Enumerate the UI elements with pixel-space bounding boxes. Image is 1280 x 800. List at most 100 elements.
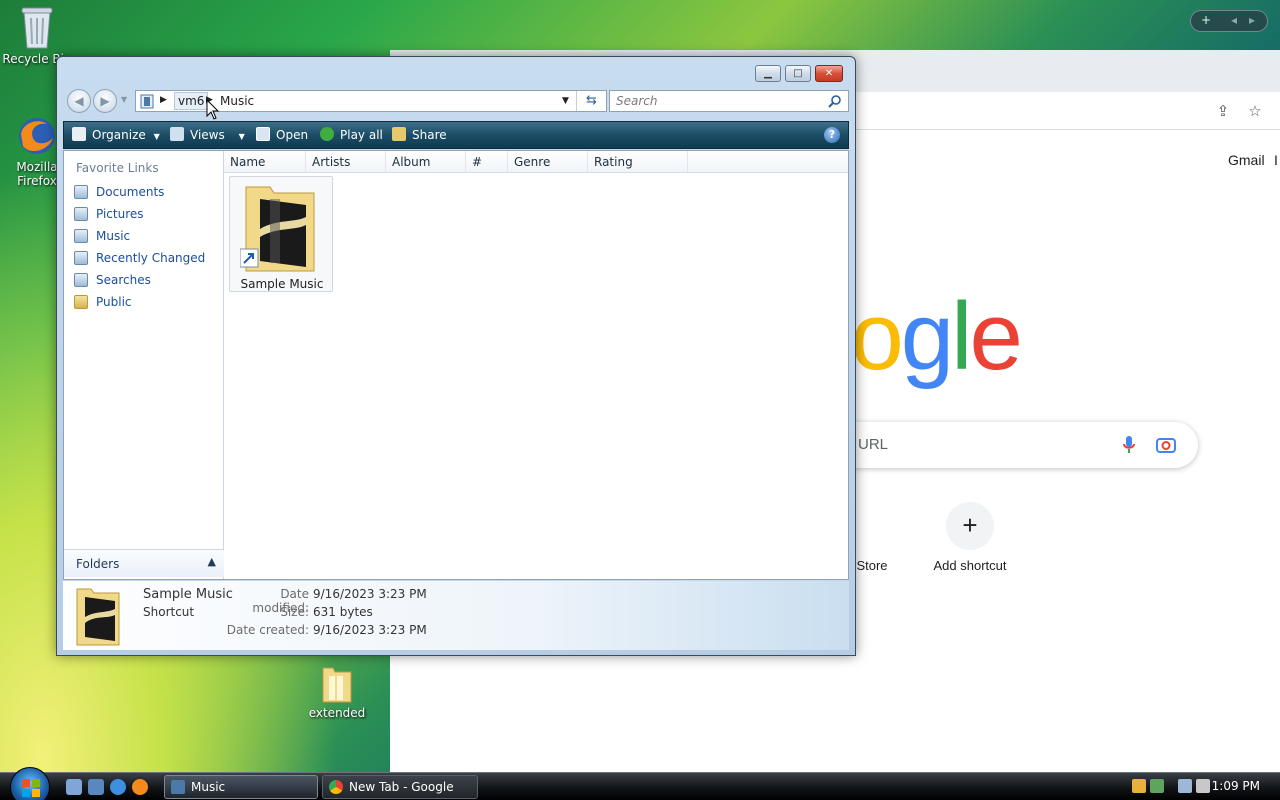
forward-button[interactable]: ▶ — [93, 89, 117, 113]
network-icon[interactable] — [1178, 779, 1192, 793]
show-desktop-icon[interactable] — [66, 779, 82, 795]
fav-recently-changed[interactable]: Recently Changed — [74, 251, 205, 269]
next-icon[interactable]: ▸ — [1249, 13, 1255, 27]
navigation-row: ◀ ▶ ▼ ▶ vm6 ▶ Music ▼ ⇆ Search — [65, 87, 849, 113]
date-created-label: Date created: — [226, 623, 309, 637]
fav-music[interactable]: Music — [74, 229, 130, 247]
images-link[interactable]: I — [1274, 152, 1278, 168]
search-placeholder: URL — [858, 436, 889, 453]
column-number[interactable]: # — [466, 151, 508, 173]
search-icon[interactable] — [828, 94, 842, 108]
column-artists[interactable]: Artists — [306, 151, 386, 173]
column-rating[interactable]: Rating — [588, 151, 688, 173]
search-input[interactable]: Search — [609, 90, 849, 112]
recent-pages-icon[interactable]: ▼ — [121, 95, 127, 104]
fav-label: Music — [96, 229, 131, 243]
music-icon — [74, 229, 88, 243]
column-album[interactable]: Album — [386, 151, 466, 173]
address-dropdown-icon[interactable]: ▼ — [562, 96, 569, 106]
open-icon — [256, 127, 270, 141]
recently-changed-icon — [74, 251, 88, 265]
file-list[interactable]: Name Artists Album # Genre Rating Sample… — [224, 151, 848, 579]
gmail-link[interactable]: Gmail — [1228, 152, 1265, 168]
mouse-pointer-icon — [206, 99, 220, 120]
desktop-icon-label: extended — [308, 706, 366, 720]
column-name[interactable]: Name — [224, 151, 306, 173]
back-button[interactable]: ◀ — [67, 89, 91, 113]
chevron-down-icon: ▼ — [238, 132, 245, 141]
file-item-label: Sample Music — [240, 277, 324, 291]
shortcut-add[interactable]: + Add shortcut — [914, 502, 1026, 573]
column-genre[interactable]: Genre — [508, 151, 588, 173]
security-shield-icon[interactable] — [1132, 779, 1146, 793]
windows-logo-icon — [22, 779, 40, 797]
folders-toggle[interactable]: Folders ▲ — [64, 549, 224, 577]
internet-explorer-icon[interactable] — [110, 779, 126, 795]
share-icon — [392, 127, 406, 141]
breadcrumb-music[interactable]: Music — [220, 94, 254, 108]
volume-muted-icon[interactable] — [1196, 779, 1210, 793]
close-button[interactable]: ✕ — [815, 65, 843, 82]
breadcrumb-vm6[interactable]: vm6 — [174, 92, 209, 110]
play-all-button[interactable]: Play all — [320, 127, 383, 142]
file-item-sample-music[interactable]: Sample Music — [229, 176, 333, 292]
taskbar-clock[interactable]: 1:09 PM — [1212, 779, 1260, 793]
fav-label: Public — [96, 295, 132, 309]
desktop-icon-extended[interactable]: extended — [300, 660, 374, 720]
explorer-body: Favorite Links Documents Pictures Music … — [63, 150, 849, 580]
details-type: Shortcut — [143, 605, 195, 619]
date-modified-value: 9/16/2023 3:23 PM — [313, 587, 427, 601]
explorer-window[interactable]: ▁ □ ✕ ◀ ▶ ▼ ▶ vm6 ▶ Music ▼ ⇆ Search Org… — [56, 56, 856, 656]
breadcrumb-separator-icon[interactable]: ▶ — [160, 95, 167, 105]
size-value: 631 bytes — [313, 605, 373, 619]
maximize-button[interactable]: □ — [785, 65, 811, 82]
size-label: Size: — [280, 605, 309, 619]
microphone-icon[interactable] — [1122, 435, 1136, 455]
play-all-label: Play all — [340, 128, 383, 142]
fav-searches[interactable]: Searches — [74, 273, 151, 291]
add-gadget-icon[interactable]: + — [1201, 13, 1211, 27]
help-icon[interactable]: ? — [824, 127, 840, 143]
taskbar-button-music[interactable]: Music — [164, 775, 318, 799]
switch-windows-icon[interactable] — [88, 779, 104, 795]
fav-public[interactable]: Public — [74, 295, 132, 313]
taskbar-button-chrome[interactable]: New Tab - Google C... — [322, 775, 478, 799]
organize-label: Organize — [92, 128, 146, 142]
fav-documents[interactable]: Documents — [74, 185, 164, 203]
share-icon[interactable]: ⇪ — [1214, 102, 1232, 120]
start-button[interactable] — [10, 767, 50, 800]
details-pane: Sample Music Shortcut Date modified: 9/1… — [63, 580, 849, 650]
firefox-quicklaunch-icon[interactable] — [132, 779, 148, 795]
organize-button[interactable]: Organize ▼ — [72, 127, 160, 142]
bookmark-star-icon[interactable]: ☆ — [1246, 102, 1264, 120]
music-folder-shortcut-icon — [240, 186, 315, 272]
taskbar: Music New Tab - Google C... 1:09 PM — [0, 767, 1280, 800]
chrome-icon — [329, 780, 343, 794]
minimize-button[interactable]: ▁ — [755, 65, 781, 82]
firefox-icon — [19, 118, 55, 154]
organize-icon — [72, 127, 86, 141]
pictures-icon — [74, 207, 88, 221]
command-bar: Organize ▼ Views ▼ Open Play all Share ? — [63, 121, 849, 149]
open-button[interactable]: Open — [256, 127, 308, 142]
views-label: Views — [190, 128, 225, 142]
public-folder-icon — [74, 295, 88, 309]
camera-lens-icon[interactable] — [1156, 436, 1176, 454]
fav-label: Pictures — [96, 207, 144, 221]
favorite-links-header: Favorite Links — [76, 161, 159, 175]
navigation-pane: Favorite Links Documents Pictures Music … — [64, 151, 224, 579]
details-thumbnail-icon — [76, 588, 120, 646]
chevron-up-icon: ▲ — [207, 555, 216, 568]
windows-update-icon[interactable] — [1150, 779, 1164, 793]
views-button[interactable]: Views ▼ — [170, 127, 245, 142]
fav-pictures[interactable]: Pictures — [74, 207, 144, 225]
date-created-value: 9/16/2023 3:23 PM — [313, 623, 427, 637]
music-folder-icon — [171, 780, 185, 794]
refresh-icon[interactable]: ⇆ — [576, 91, 606, 111]
sidebar-gadget-controls[interactable]: + ◂ ▸ — [1190, 10, 1268, 32]
searches-icon — [74, 273, 88, 287]
desktop-icon-label: Mozilla Firefox — [16, 160, 58, 188]
prev-icon[interactable]: ◂ — [1231, 13, 1237, 27]
open-label: Open — [276, 128, 309, 142]
share-button[interactable]: Share — [392, 127, 447, 142]
